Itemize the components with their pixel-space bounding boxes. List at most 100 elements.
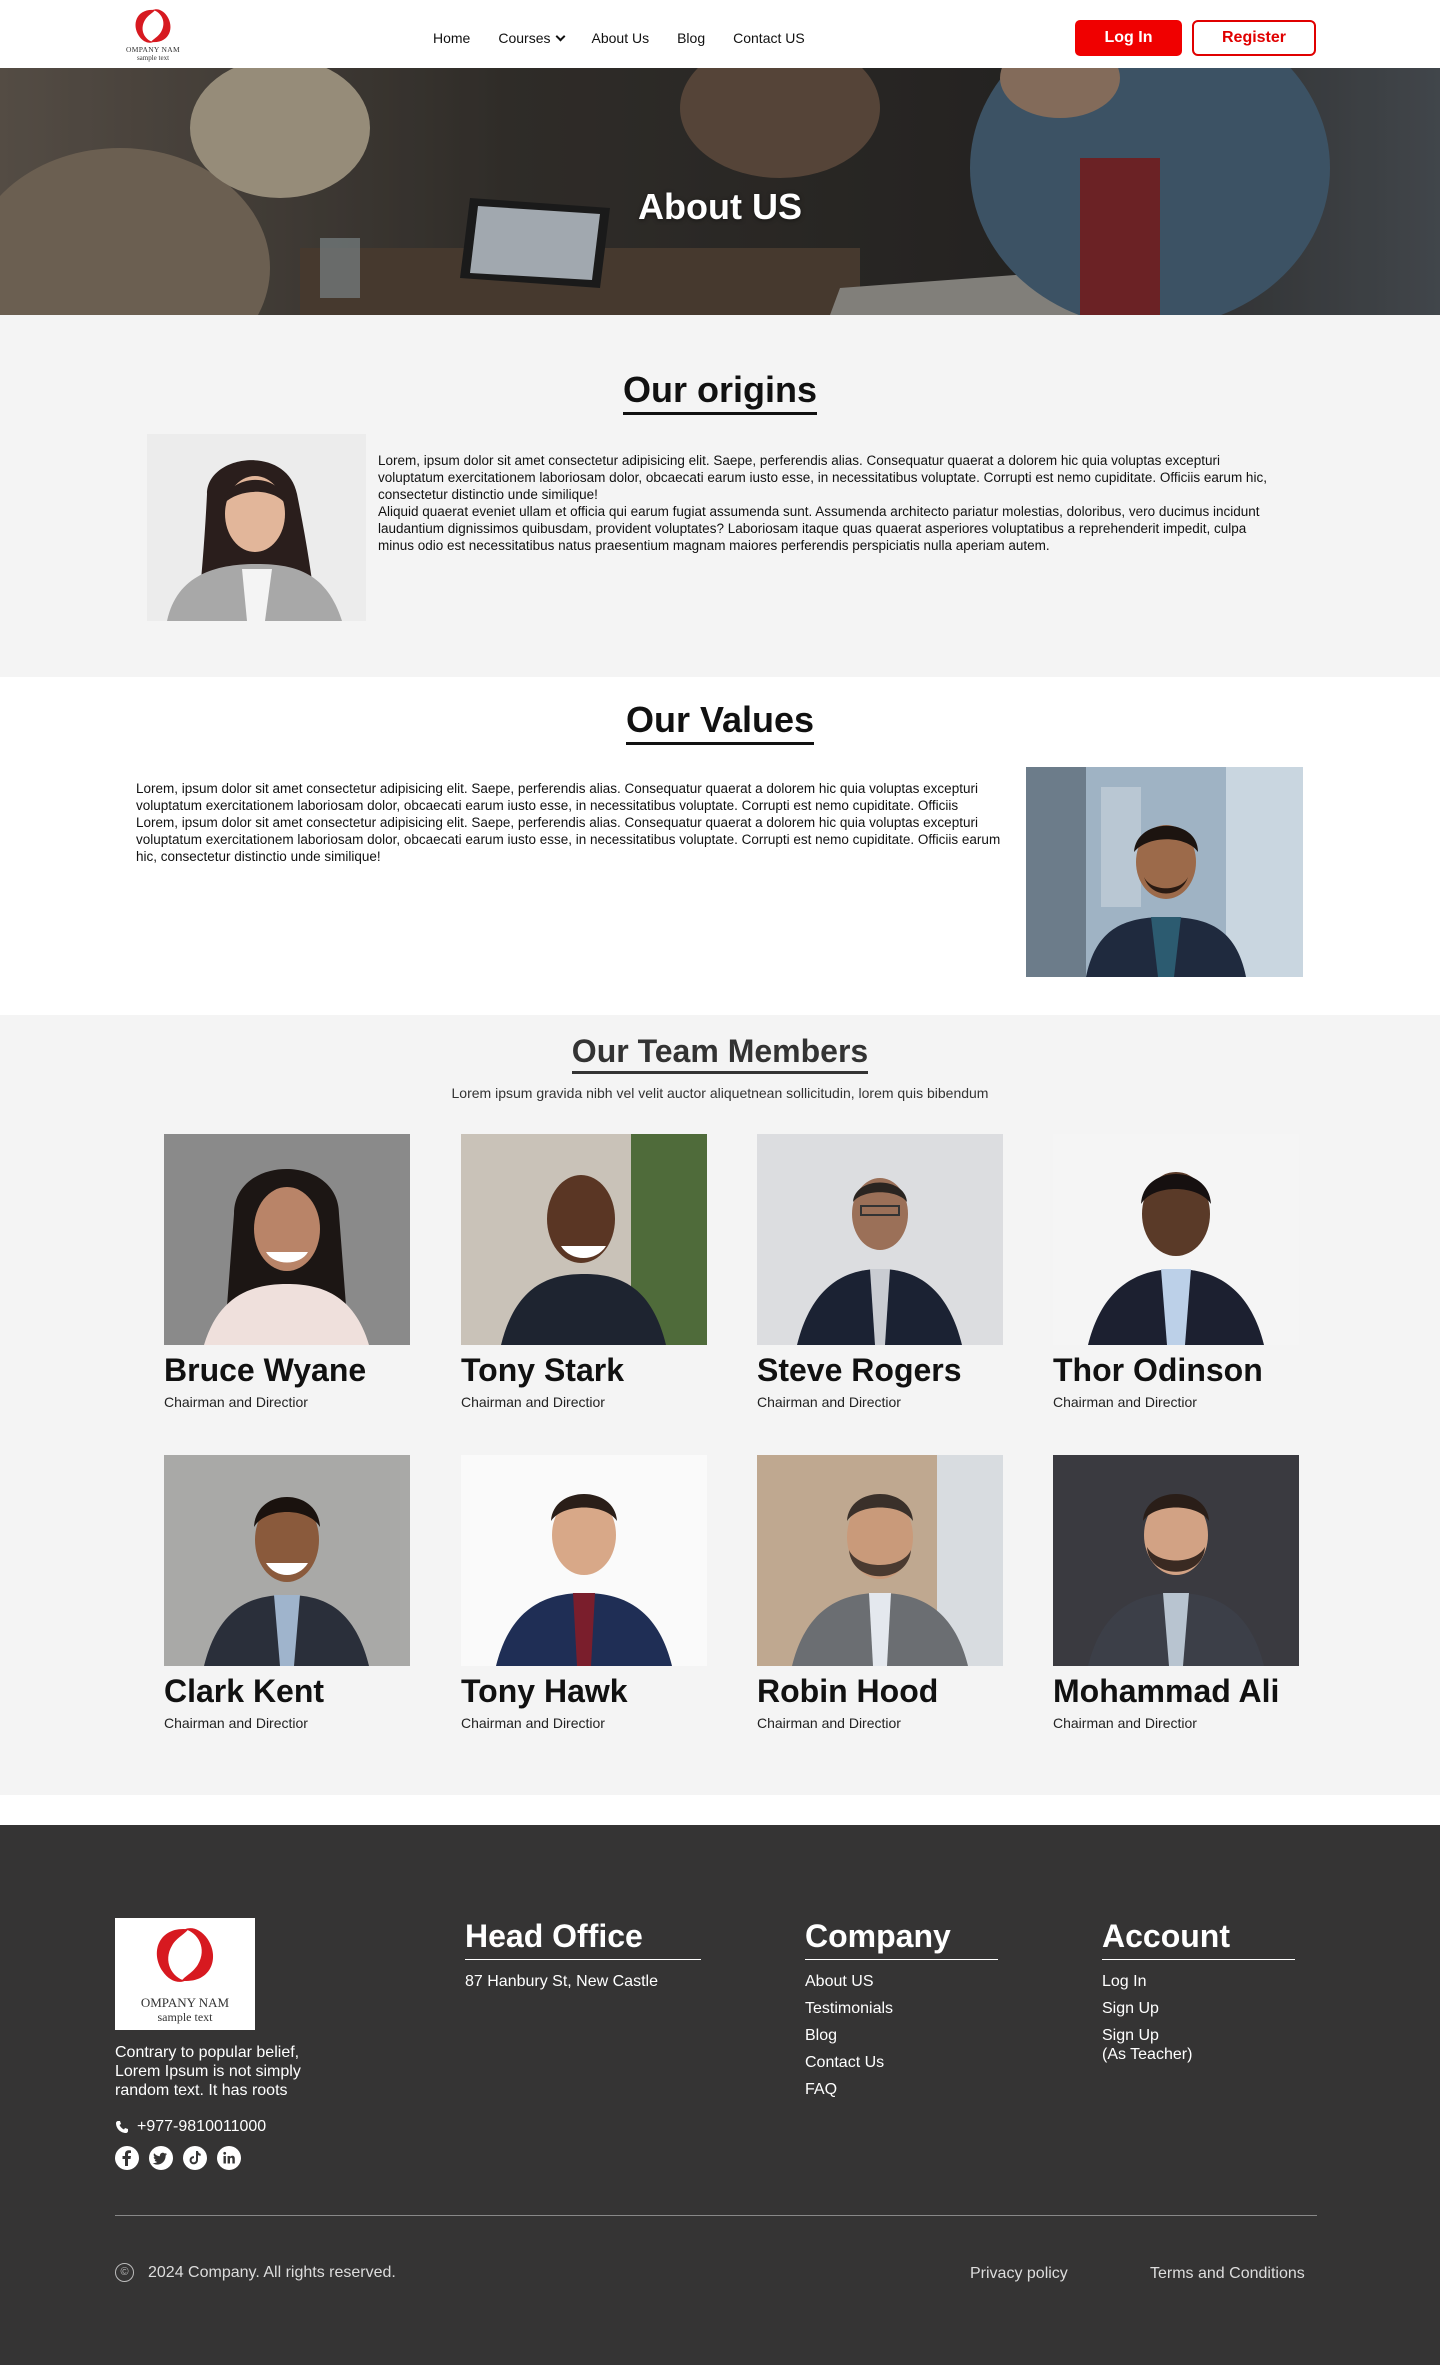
footer-link-signup-teacher-line2: (As Teacher) <box>1102 2046 1193 2063</box>
origins-text: Lorem, ipsum dolor sit amet consectetur … <box>378 452 1268 554</box>
member-role: Chairman and Directior <box>461 1715 605 1731</box>
footer-copyright: © 2024 Company. All rights reserved. <box>115 2263 396 2282</box>
team-member-card[interactable]: Clark Kent Chairman and Directior <box>164 1455 410 1731</box>
footer-logo[interactable]: OMPANY NAM sample text <box>115 1918 255 2030</box>
origins-photo <box>147 434 366 626</box>
footer-link-signup[interactable]: Sign Up <box>1102 1995 1295 2022</box>
origins-heading: Our origins <box>0 369 1440 415</box>
team-member-card[interactable]: Steve Rogers Chairman and Directior <box>757 1134 1003 1410</box>
logo-tagline: sample text <box>157 2010 213 2024</box>
page-title: About US <box>638 186 802 227</box>
team-subtitle: Lorem ipsum gravida nibh vel velit aucto… <box>451 1085 989 1101</box>
member-photo <box>164 1455 410 1666</box>
origins-paragraph-1: Lorem, ipsum dolor sit amet consectetur … <box>378 453 1267 502</box>
origins-heading-text: Our origins <box>622 369 817 415</box>
footer-link-signup-teacher-line1: Sign Up <box>1102 2027 1159 2044</box>
footer-head-office: Head Office 87 Hanbury St, New Castle <box>465 1918 701 1995</box>
team-member-card[interactable]: Mohammad Ali Chairman and Directior <box>1053 1455 1299 1731</box>
team-section: Our Team Members Lorem ipsum gravida nib… <box>0 1015 1440 1795</box>
footer-copyright-text: 2024 Company. All rights reserved. <box>148 2263 396 2281</box>
footer-about-text: Contrary to popular belief, Lorem Ipsum … <box>115 2044 301 2099</box>
logo-mark-icon <box>135 9 171 43</box>
footer-link-testimonials[interactable]: Testimonials <box>805 1995 998 2022</box>
team-member-card[interactable]: Robin Hood Chairman and Directior <box>757 1455 1003 1731</box>
member-role: Chairman and Directior <box>164 1715 308 1731</box>
team-member-card[interactable]: Thor Odinson Chairman and Directior <box>1053 1134 1299 1410</box>
footer-link-contact-us[interactable]: Contact Us <box>805 2049 998 2076</box>
member-name: Clark Kent <box>164 1673 325 1709</box>
nav-about-us[interactable]: About Us <box>592 30 650 46</box>
values-section: Our Values Lorem, ipsum dolor sit amet c… <box>0 677 1440 1015</box>
top-navbar: OMPANY NAM sample text Home Courses Abou… <box>0 0 1440 68</box>
values-heading-text: Our Values <box>625 699 815 745</box>
member-photo <box>164 1134 410 1345</box>
member-role: Chairman and Directior <box>1053 1715 1197 1731</box>
team-heading-text: Our Team Members <box>571 1033 869 1074</box>
privacy-policy-link[interactable]: Privacy policy <box>970 2265 1068 2283</box>
member-role: Chairman and Directior <box>461 1394 605 1410</box>
chevron-down-icon <box>555 31 565 41</box>
footer-link-about-us[interactable]: About US <box>805 1968 998 1995</box>
register-button[interactable]: Register <box>1192 20 1316 56</box>
team-heading: Our Team Members <box>0 1033 1440 1074</box>
logo-tagline: sample text <box>136 54 170 62</box>
member-photo <box>1053 1455 1299 1666</box>
origins-section: Our origins Lorem, ipsum dolor sit amet … <box>0 315 1440 677</box>
footer-company: Company About US Testimonials Blog Conta… <box>805 1918 998 2103</box>
section-spacer <box>0 1795 1440 1825</box>
member-photo <box>461 1455 707 1666</box>
footer-link-signup-teacher[interactable]: Sign Up (As Teacher) <box>1102 2026 1295 2064</box>
footer-head-office-title: Head Office <box>465 1918 701 1960</box>
member-name: Steve Rogers <box>757 1352 962 1388</box>
values-heading: Our Values <box>0 699 1440 745</box>
footer-account: Account Log In Sign Up Sign Up (As Teache… <box>1102 1918 1295 2064</box>
member-name: Bruce Wyane <box>164 1352 367 1388</box>
logo-company-name: OMPANY NAM <box>126 45 180 54</box>
facebook-icon[interactable] <box>115 2146 139 2170</box>
logo-company-name: OMPANY NAM <box>140 1995 230 2010</box>
member-role: Chairman and Directior <box>757 1394 901 1410</box>
login-button[interactable]: Log In <box>1075 20 1182 56</box>
footer-account-title: Account <box>1102 1918 1295 1960</box>
copyright-icon: © <box>115 2263 134 2282</box>
team-member-card[interactable]: Bruce Wyane Chairman and Directior <box>164 1134 410 1410</box>
member-role: Chairman and Directior <box>757 1715 901 1731</box>
linkedin-icon[interactable] <box>217 2146 241 2170</box>
member-photo <box>757 1134 1003 1345</box>
member-role: Chairman and Directior <box>164 1394 308 1410</box>
member-role: Chairman and Directior <box>1053 1394 1197 1410</box>
woman-portrait-image <box>147 434 366 621</box>
twitter-icon[interactable] <box>149 2146 173 2170</box>
member-photo <box>461 1134 707 1345</box>
footer-divider <box>115 2215 1317 2216</box>
social-links <box>115 2146 241 2170</box>
hero-banner: About US <box>0 68 1440 315</box>
values-photo <box>1026 767 1303 982</box>
footer-phone-number: +977-9810011000 <box>137 2118 267 2135</box>
footer-company-title: Company <box>805 1918 998 1960</box>
nav-blog[interactable]: Blog <box>677 30 705 46</box>
team-member-card[interactable]: Tony Stark Chairman and Directior <box>461 1134 707 1410</box>
member-name: Robin Hood <box>757 1673 939 1709</box>
footer-link-login[interactable]: Log In <box>1102 1968 1295 1995</box>
footer-phone[interactable]: +977-9810011000 <box>115 2118 266 2136</box>
nav-home[interactable]: Home <box>433 30 470 46</box>
nav-contact-us[interactable]: Contact US <box>733 30 805 46</box>
tiktok-icon[interactable] <box>183 2146 207 2170</box>
values-paragraph-2: Lorem, ipsum dolor sit amet consectetur … <box>136 815 1001 864</box>
team-member-card[interactable]: Tony Hawk Chairman and Directior <box>461 1455 707 1731</box>
member-name: Thor Odinson <box>1053 1352 1263 1388</box>
company-logo[interactable]: OMPANY NAM sample text <box>123 6 183 68</box>
phone-icon <box>116 2121 128 2133</box>
footer-link-blog[interactable]: Blog <box>805 2022 998 2049</box>
member-name: Tony Stark <box>461 1352 624 1388</box>
terms-link[interactable]: Terms and Conditions <box>1150 2265 1305 2283</box>
member-photo <box>1053 1134 1299 1345</box>
origins-paragraph-2: Aliquid quaerat eveniet ullam et officia… <box>378 504 1260 553</box>
values-text: Lorem, ipsum dolor sit amet consectetur … <box>136 780 1016 865</box>
nav-courses[interactable]: Courses <box>498 30 565 46</box>
values-paragraph-1: Lorem, ipsum dolor sit amet consectetur … <box>136 781 978 813</box>
member-name: Mohammad Ali <box>1053 1673 1280 1709</box>
footer-link-faq[interactable]: FAQ <box>805 2076 998 2103</box>
nav-courses-label: Courses <box>498 30 551 46</box>
